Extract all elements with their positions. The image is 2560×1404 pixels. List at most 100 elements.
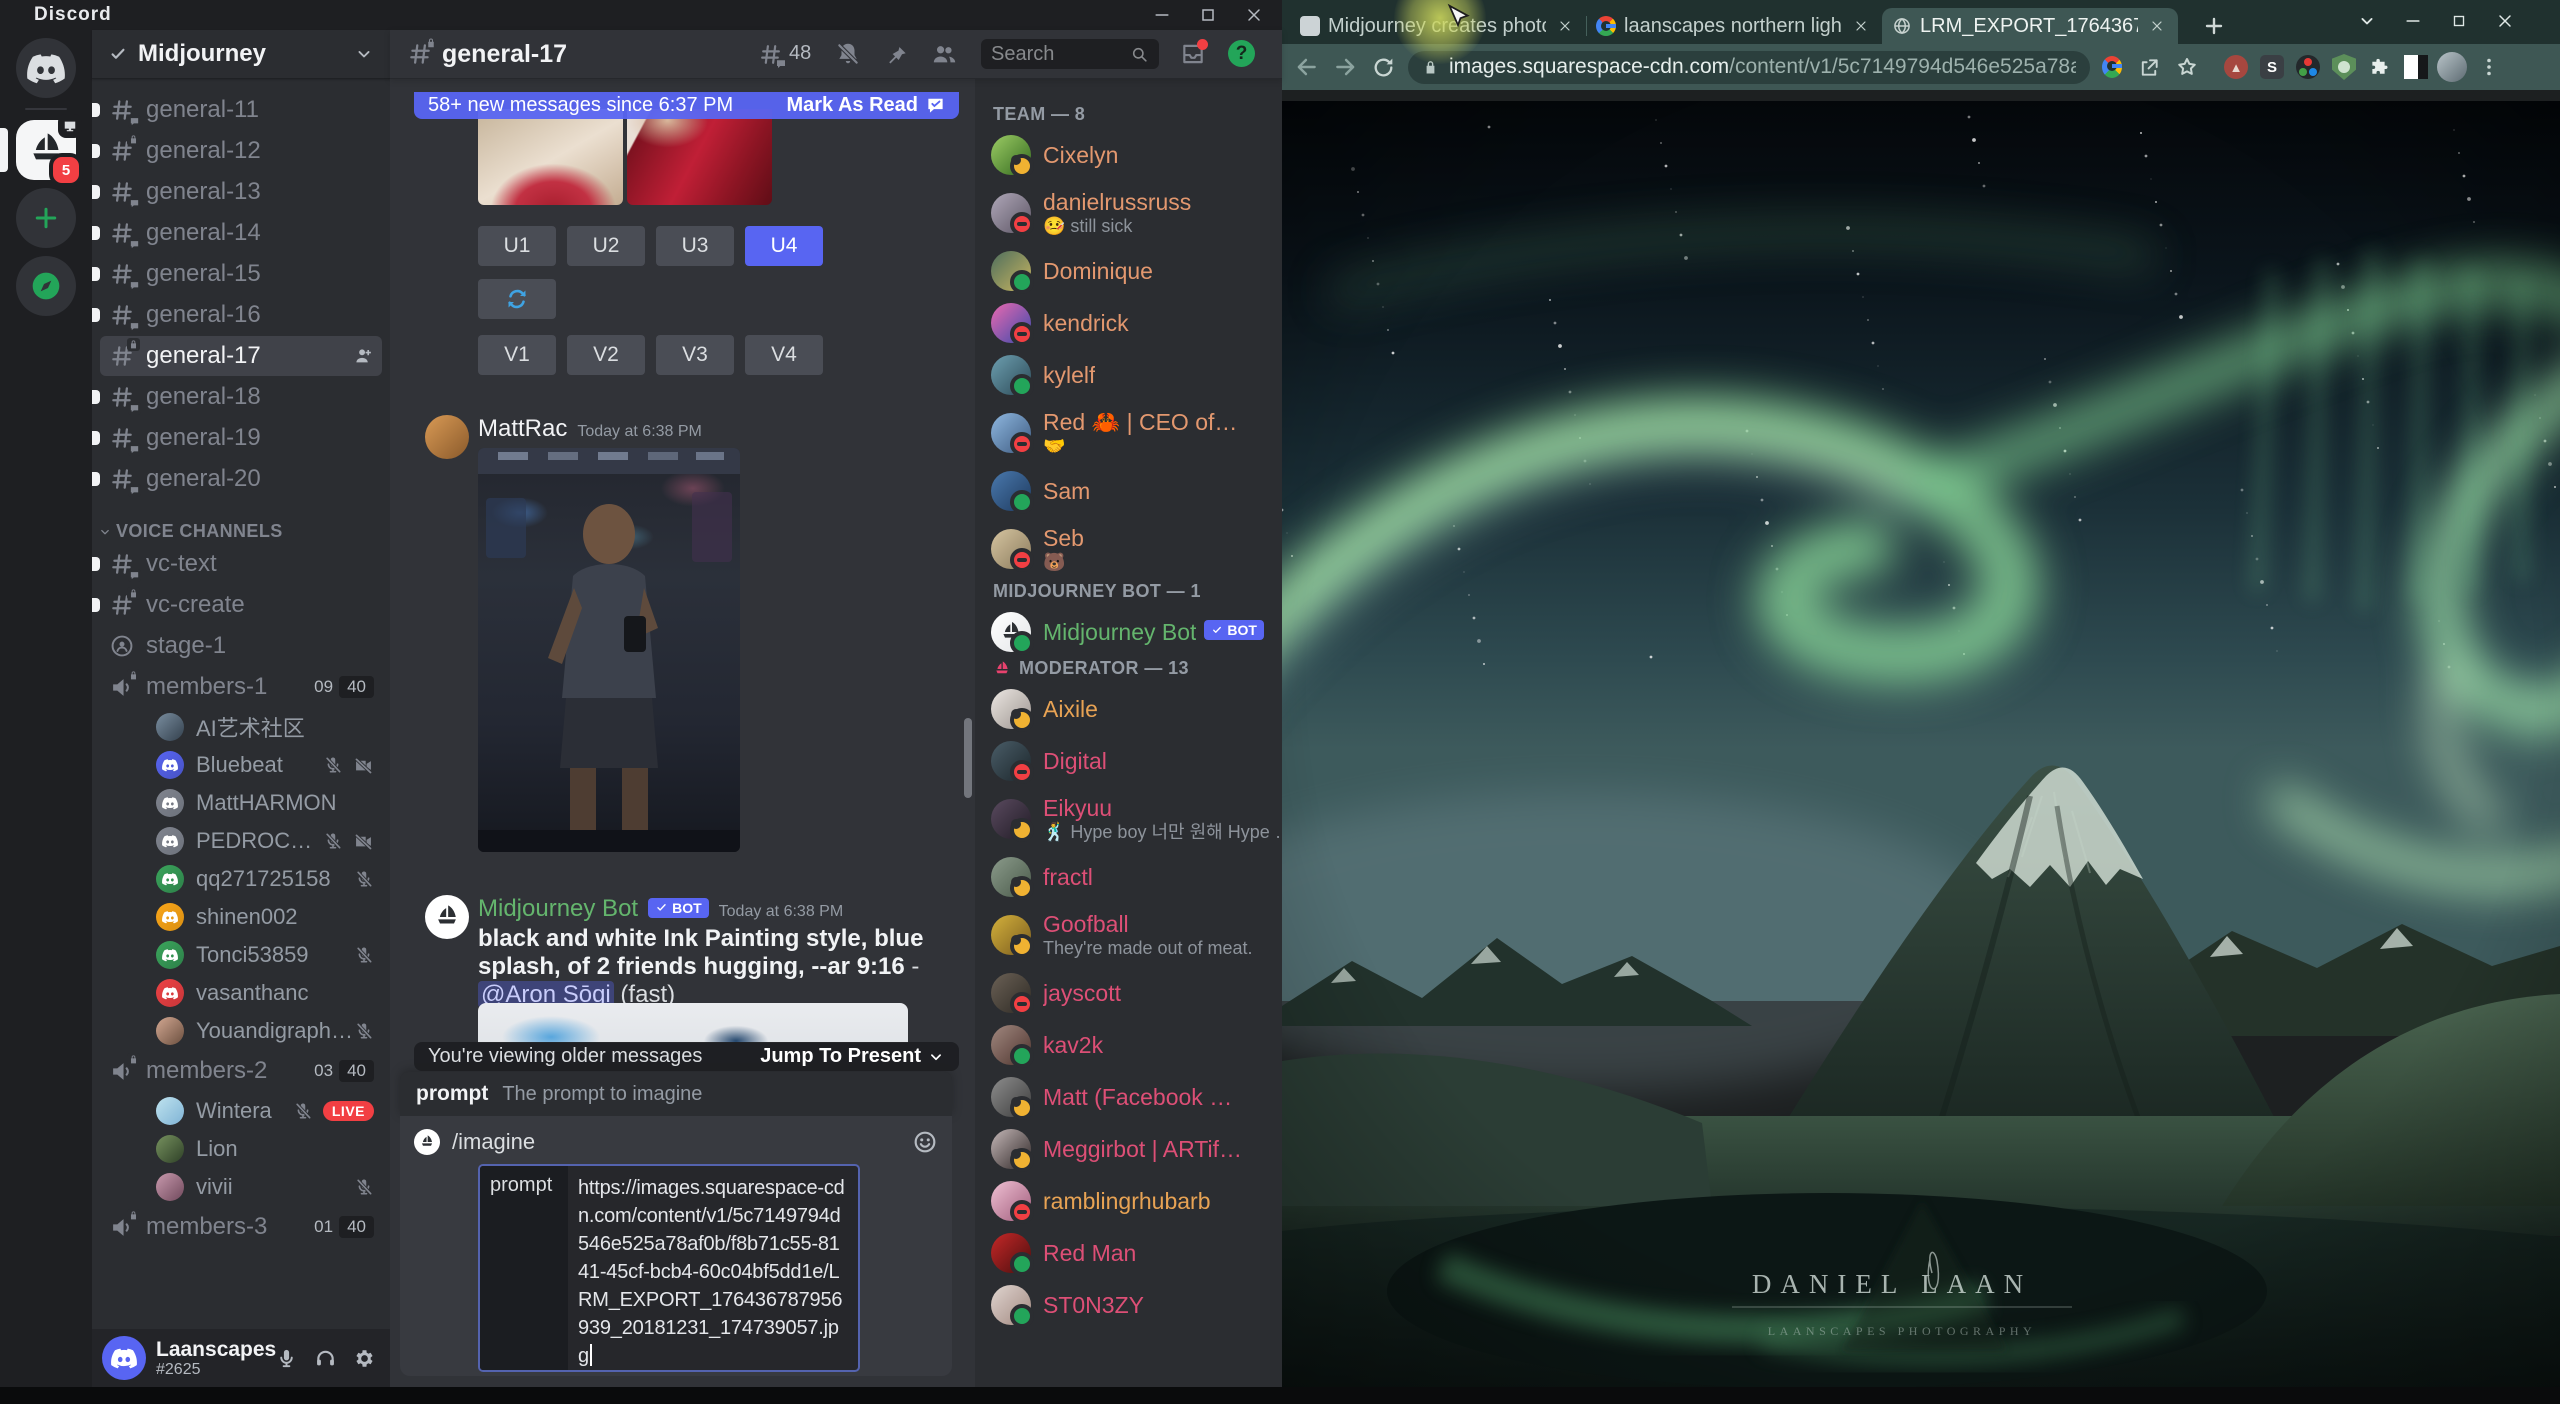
message-author[interactable]: MattRac — [478, 415, 567, 443]
voice-channels-header[interactable]: VOICE CHANNELS — [98, 521, 382, 542]
extensions-puzzle-icon[interactable] — [2362, 49, 2398, 85]
channel-item[interactable]: general-19 — [100, 418, 382, 458]
new-tab-button[interactable] — [2198, 10, 2230, 42]
midjourney-grid-button[interactable]: U3 — [656, 226, 734, 266]
midjourney-grid-button[interactable]: V1 — [478, 335, 556, 375]
tab-close-icon[interactable] — [2146, 15, 2168, 37]
member-item[interactable]: ST0N3ZY BOT — [985, 1279, 1272, 1331]
close-button[interactable] — [1244, 5, 1264, 25]
voice-channel-item[interactable]: vc-create — [100, 585, 382, 625]
help-icon[interactable]: ? — [1228, 40, 1255, 67]
share-icon[interactable] — [2130, 48, 2168, 86]
member-item[interactable]: Seb BOT 🐻 — [985, 517, 1272, 581]
prompt-option-field[interactable]: prompt https://images.squarespace-cdn.co… — [478, 1164, 860, 1372]
voice-user-item[interactable]: Tonci53859 LIVE — [148, 936, 382, 974]
member-item[interactable]: kylelf BOT — [985, 349, 1272, 401]
extension-icon-reader[interactable] — [2398, 49, 2434, 85]
midjourney-grid-button[interactable]: U1 — [478, 226, 556, 266]
channel-item[interactable]: general-13 — [100, 172, 382, 212]
threads-icon[interactable] — [756, 40, 784, 68]
explore-servers-button[interactable] — [16, 256, 76, 316]
forward-button[interactable] — [1326, 48, 1364, 86]
browser-tab[interactable]: LRM_EXPORT_17643678795693 — [1882, 8, 2178, 44]
channel-item[interactable]: general-18 — [100, 377, 382, 417]
prompt-input-value[interactable]: https://images.squarespace-cdn.com/conte… — [568, 1166, 858, 1370]
midjourney-grid-button[interactable]: V3 — [656, 335, 734, 375]
emoji-picker-icon[interactable] — [912, 1129, 938, 1155]
member-item[interactable]: kav2k BOT — [985, 1019, 1272, 1071]
settings-gear-icon[interactable] — [353, 1347, 376, 1370]
minimize-button[interactable] — [2390, 4, 2436, 38]
new-messages-banner[interactable]: 58+ new messages since 6:37 PM Mark As R… — [414, 92, 959, 119]
member-item[interactable]: Goofball BOT They're made out of meat. — [985, 903, 1272, 967]
tab-close-icon[interactable] — [1850, 15, 1872, 37]
extension-icon-s[interactable]: S — [2254, 49, 2290, 85]
member-list-icon[interactable] — [930, 40, 958, 68]
member-item[interactable]: Matt (Facebook mod) BOT — [985, 1071, 1272, 1123]
address-bar[interactable]: images.squarespace-cdn.com/content/v1/5c… — [1408, 50, 2090, 84]
maximize-button[interactable] — [1198, 5, 1218, 25]
channel-item[interactable]: general-12 — [100, 131, 382, 171]
mic-icon[interactable] — [275, 1347, 298, 1370]
minimize-button[interactable] — [1152, 5, 1172, 25]
search-input[interactable]: Search — [981, 39, 1159, 69]
bookmark-star-icon[interactable] — [2168, 48, 2206, 86]
user-avatar[interactable] — [102, 1336, 146, 1380]
midjourney-grid-button[interactable]: V4 — [745, 335, 823, 375]
member-item[interactable]: Aixile BOT — [985, 683, 1272, 735]
server-icon-midjourney[interactable]: 5 — [0, 114, 83, 187]
bot-author[interactable]: Midjourney Bot — [478, 895, 638, 923]
voice-user-item[interactable]: vivii LIVE — [148, 1168, 382, 1206]
jump-to-present-button[interactable]: Jump To Present — [760, 1045, 945, 1068]
voice-user-item[interactable]: Lion LIVE — [148, 1130, 382, 1168]
voice-user-item[interactable]: PEDROCOELHO... LIVE — [148, 822, 382, 860]
member-item[interactable]: Dominique BOT — [985, 245, 1272, 297]
browser-menu-icon[interactable] — [2470, 48, 2508, 86]
generated-image[interactable] — [627, 109, 772, 205]
back-button[interactable] — [1288, 48, 1326, 86]
voice-user-item[interactable]: vasanthanc LIVE — [148, 974, 382, 1012]
channel-item[interactable]: general-11 — [100, 90, 382, 130]
channel-item[interactable]: general-16 — [100, 295, 382, 335]
pinned-messages-icon[interactable] — [882, 40, 910, 68]
headphones-icon[interactable] — [314, 1347, 337, 1370]
member-item[interactable]: kendrick BOT — [985, 297, 1272, 349]
voice-user-item[interactable]: qq271725158 LIVE — [148, 860, 382, 898]
slash-command-hint[interactable]: prompt The prompt to imagine — [400, 1072, 952, 1116]
member-item[interactable]: Digital BOT — [985, 735, 1272, 787]
add-server-button[interactable] — [16, 188, 76, 248]
profile-avatar[interactable] — [2434, 49, 2470, 85]
member-item[interactable]: Midjourney Bot BOT — [985, 606, 1272, 658]
midjourney-grid-button[interactable]: V2 — [567, 335, 645, 375]
voice-user-item[interactable]: Youandigraphics LIVE — [148, 1012, 382, 1050]
close-button[interactable] — [2482, 4, 2528, 38]
server-header[interactable]: Midjourney — [92, 30, 390, 79]
midjourney-result-images[interactable] — [478, 109, 772, 205]
chat-scrollbar[interactable] — [964, 718, 972, 798]
voice-user-item[interactable]: Wintera LIVE — [148, 1092, 382, 1130]
midjourney-grid-button[interactable]: U4 — [745, 226, 823, 266]
message-composer[interactable]: /imagine prompt https://images.squarespa… — [400, 1116, 952, 1376]
channel-item[interactable]: general-17 — [100, 336, 382, 376]
member-item[interactable]: Cixelyn BOT — [985, 129, 1272, 181]
voice-user-item[interactable]: MattHARMON LIVE — [148, 784, 382, 822]
browser-tab[interactable]: Midjourney creates photorealisti — [1290, 8, 1586, 44]
voice-channel-item[interactable]: vc-text — [100, 544, 382, 584]
invite-members-icon[interactable] — [352, 345, 374, 367]
inbox-icon[interactable] — [1179, 39, 1208, 68]
member-item[interactable]: Sam BOT — [985, 465, 1272, 517]
tab-close-icon[interactable] — [1554, 15, 1576, 37]
google-icon[interactable] — [2094, 49, 2130, 85]
channel-item[interactable]: general-15 — [100, 254, 382, 294]
member-item[interactable]: Eikyuu BOT 🕺 Hype boy 너만 원해 Hype … — [985, 787, 1282, 851]
member-item[interactable]: Red 🦀 | CEO of bugs … BOT 🤝 — [985, 401, 1272, 465]
channel-item[interactable]: general-20 — [100, 459, 382, 499]
extension-icon-rgb[interactable] — [2290, 49, 2326, 85]
voice-user-item[interactable]: AI艺术社区 LIVE — [148, 708, 382, 746]
browser-tab[interactable]: laanscapes northern lights - Goo — [1586, 8, 1882, 44]
channel-item[interactable]: general-14 — [100, 213, 382, 253]
extension-icon-red[interactable]: ▲ — [2218, 49, 2254, 85]
member-item[interactable]: fractl BOT — [985, 851, 1272, 903]
midjourney-grid-button[interactable]: U2 — [567, 226, 645, 266]
maximize-button[interactable] — [2436, 4, 2482, 38]
